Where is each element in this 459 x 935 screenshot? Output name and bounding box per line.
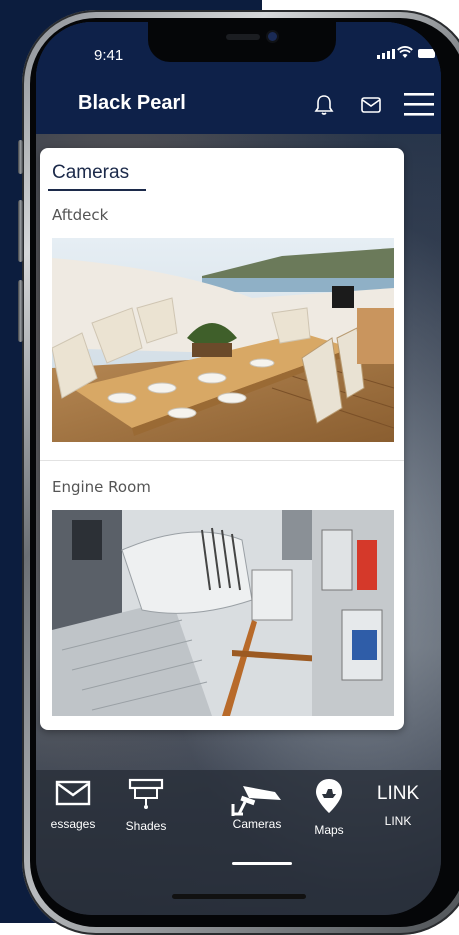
camera-feed-aftdeck[interactable] bbox=[52, 238, 394, 442]
link-icon-text: LINK bbox=[376, 783, 420, 804]
camera-feed-engine-room[interactable] bbox=[52, 510, 394, 716]
camera-label-engine-room: Engine Room bbox=[52, 478, 151, 496]
tab-messages[interactable]: essages bbox=[42, 778, 104, 831]
feed-divider bbox=[40, 460, 404, 461]
hamburger-menu-icon[interactable] bbox=[404, 92, 434, 116]
volume-up-button bbox=[18, 200, 23, 262]
status-overlay: 9:41 bbox=[36, 22, 441, 76]
tab-link[interactable]: LINK LINK bbox=[370, 778, 426, 828]
volume-down-button bbox=[18, 280, 23, 342]
bell-icon[interactable] bbox=[314, 94, 334, 116]
battery-status-icon bbox=[418, 49, 435, 58]
envelope-icon bbox=[55, 780, 91, 806]
header-bar: Black Pearl bbox=[36, 76, 441, 134]
tab-label-maps: Maps bbox=[314, 823, 344, 837]
title-underline bbox=[48, 189, 146, 191]
speaker bbox=[226, 34, 260, 40]
home-indicator bbox=[172, 894, 306, 899]
camera-label-aftdeck: Aftdeck bbox=[52, 206, 109, 224]
mute-switch bbox=[18, 140, 23, 174]
cameras-card: Cameras Aftdeck Engine Room bbox=[40, 148, 404, 730]
engine-room-image bbox=[52, 510, 394, 716]
signal-bars-icon bbox=[377, 49, 395, 59]
tab-label-link: LINK bbox=[384, 814, 412, 828]
aftdeck-image bbox=[52, 238, 394, 442]
tab-label-messages: essages bbox=[50, 817, 96, 831]
phone-screen: 9:41 9:41 Black Pearl bbox=[36, 22, 441, 915]
status-time-label: 9:41 bbox=[94, 47, 124, 64]
cameras-title: Cameras bbox=[52, 162, 130, 183]
tab-label-shades: Shades bbox=[125, 819, 167, 833]
camera-lens bbox=[268, 32, 277, 41]
tab-cameras[interactable]: Cameras bbox=[224, 778, 290, 831]
app-title: Black Pearl bbox=[78, 92, 186, 114]
security-camera-icon bbox=[231, 786, 281, 816]
mail-icon[interactable] bbox=[361, 97, 381, 113]
tab-label-cameras: Cameras bbox=[232, 817, 282, 831]
shade-icon bbox=[128, 778, 164, 809]
tab-maps[interactable]: Maps bbox=[304, 778, 354, 837]
wifi-status-icon bbox=[397, 46, 413, 58]
map-pin-yacht-icon bbox=[316, 779, 342, 813]
tab-shades[interactable]: Shades bbox=[118, 778, 174, 833]
notch-cutout bbox=[148, 22, 336, 62]
active-tab-indicator bbox=[232, 862, 292, 865]
